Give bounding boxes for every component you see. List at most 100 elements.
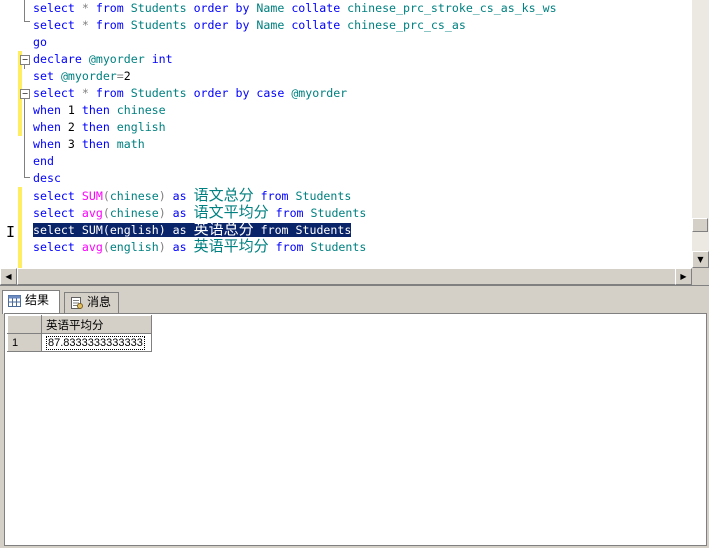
code-token: ) bbox=[158, 240, 166, 254]
text-cursor-icon: I bbox=[6, 223, 16, 241]
code-line[interactable]: select avg(english) as 英语平均分 from Studen… bbox=[33, 238, 683, 255]
tab-results[interactable]: 结果 bbox=[2, 290, 60, 314]
code-token: SUM bbox=[81, 223, 103, 237]
code-token: ( bbox=[102, 189, 110, 203]
outline-line bbox=[24, 0, 25, 21]
code-token: end bbox=[33, 154, 54, 168]
selected-text[interactable]: select SUM(english) as 英语总分 from Student… bbox=[33, 220, 352, 238]
code-text[interactable]: select * from Students order by Name col… bbox=[33, 0, 683, 268]
code-line[interactable]: end bbox=[33, 153, 683, 170]
code-token: from bbox=[95, 1, 124, 15]
tab-results-label: 结果 bbox=[25, 293, 50, 307]
code-token: from bbox=[260, 189, 289, 203]
code-token: ) bbox=[158, 223, 166, 237]
code-line[interactable]: when 2 then english bbox=[33, 119, 683, 136]
code-token: @myorder bbox=[88, 52, 145, 66]
results-tab-bar: 结果 消息 bbox=[0, 285, 709, 314]
row-number[interactable]: 1 bbox=[7, 333, 42, 352]
code-line[interactable]: when 3 then math bbox=[33, 136, 683, 153]
code-token: chinese bbox=[116, 103, 166, 117]
code-token: Students bbox=[310, 240, 367, 254]
code-token: select bbox=[33, 18, 75, 32]
code-line[interactable]: select * from Students order by case @my… bbox=[33, 85, 683, 102]
code-token: 英语总分 bbox=[193, 220, 254, 238]
code-token: select bbox=[33, 223, 75, 237]
code-token: go bbox=[33, 35, 47, 49]
code-token: as bbox=[172, 223, 187, 237]
scroll-right-arrow-icon[interactable]: ▶ bbox=[675, 268, 692, 285]
code-token: as bbox=[172, 189, 187, 203]
code-line[interactable]: when 1 then chinese bbox=[33, 102, 683, 119]
code-token: select bbox=[33, 86, 75, 100]
code-token: Students bbox=[130, 86, 187, 100]
code-token: select bbox=[33, 240, 75, 254]
collapse-icon[interactable]: − bbox=[20, 89, 30, 99]
column-header[interactable]: 英语平均分 bbox=[41, 315, 152, 334]
code-token: 2 bbox=[123, 69, 131, 83]
code-line[interactable]: select avg(chinese) as 语文平均分 from Studen… bbox=[33, 204, 683, 221]
code-token: * bbox=[81, 18, 89, 32]
vertical-scroll-thumb[interactable] bbox=[692, 218, 708, 232]
code-line[interactable]: go bbox=[33, 34, 683, 51]
code-token: chinese_prc_cs_as bbox=[347, 18, 466, 32]
code-token: 语文平均分 bbox=[193, 203, 269, 221]
tab-messages[interactable]: 消息 bbox=[64, 292, 119, 313]
code-token: declare bbox=[33, 52, 82, 66]
code-token: @myorder bbox=[291, 86, 348, 100]
code-line[interactable]: select SUM(chinese) as 语文总分 from Student… bbox=[33, 187, 683, 204]
code-token: ( bbox=[102, 240, 110, 254]
scroll-down-arrow-icon[interactable]: ▼ bbox=[692, 251, 709, 268]
horizontal-scrollbar[interactable]: ◀ ▶ bbox=[0, 268, 692, 285]
code-line[interactable]: declare @myorder int bbox=[33, 51, 683, 68]
code-token: english bbox=[116, 120, 166, 134]
collapse-icon[interactable]: − bbox=[20, 55, 30, 65]
row-header-corner[interactable] bbox=[7, 315, 42, 334]
code-token: Students bbox=[295, 223, 352, 237]
code-line[interactable]: select SUM(english) as 英语总分 from Student… bbox=[33, 221, 683, 238]
table-cell[interactable]: 87.8333333333333 bbox=[41, 333, 152, 352]
scroll-left-arrow-icon[interactable]: ◀ bbox=[0, 268, 17, 285]
code-token: avg bbox=[81, 206, 103, 220]
code-line[interactable]: select * from Students order by Name col… bbox=[33, 17, 683, 34]
code-token: ) bbox=[158, 206, 166, 220]
code-token: then bbox=[81, 103, 110, 117]
outline-end bbox=[24, 21, 30, 22]
horizontal-scroll-thumb[interactable] bbox=[17, 268, 677, 285]
vertical-scrollbar[interactable]: ▼ bbox=[692, 0, 709, 268]
code-token: select bbox=[33, 189, 75, 203]
code-line[interactable]: desc bbox=[33, 170, 683, 187]
query-editor[interactable]: − − select * from Students order by Name… bbox=[0, 0, 709, 285]
code-token: chinese bbox=[109, 189, 159, 203]
code-token: order by bbox=[193, 18, 250, 32]
code-line[interactable]: set @myorder=2 bbox=[33, 68, 683, 85]
code-token: select bbox=[33, 206, 75, 220]
code-token: chinese bbox=[109, 206, 159, 220]
code-token: Students bbox=[310, 206, 367, 220]
code-line[interactable]: select * from Students order by Name col… bbox=[33, 0, 683, 17]
grid-icon bbox=[8, 295, 21, 307]
